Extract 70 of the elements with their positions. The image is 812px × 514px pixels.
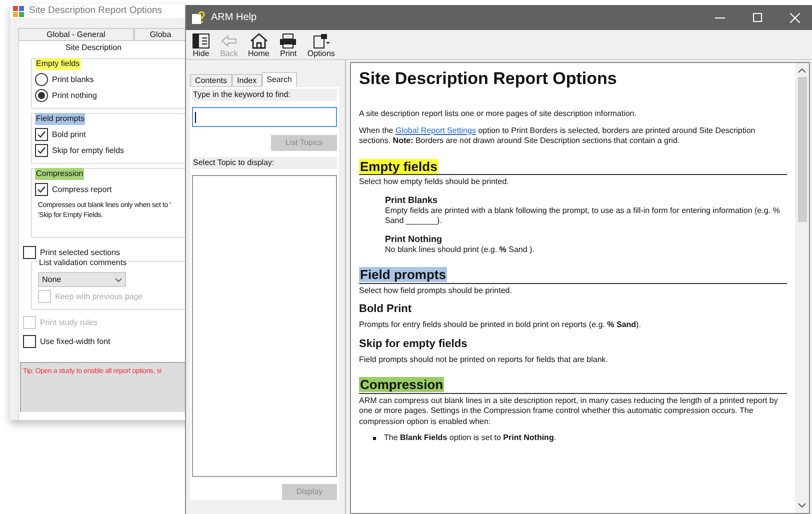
app-icon (13, 6, 24, 17)
chevron-down-icon (115, 278, 122, 282)
scroll-thumb[interactable] (798, 77, 806, 222)
section-heading: Compression (359, 377, 444, 392)
option-label: Skip for empty fields (52, 144, 124, 157)
bullet-icon (373, 437, 376, 440)
toolbar-button[interactable]: Hide (192, 33, 210, 58)
toolbar-button[interactable]: Options (307, 33, 335, 58)
option-label: Print selected sections (40, 246, 120, 259)
option-label: Print study rules (40, 316, 98, 329)
check-icon (37, 185, 46, 194)
tab[interactable]: Index (232, 74, 262, 87)
chevron-down-icon[interactable] (798, 503, 806, 508)
window-title: ARM Help (211, 11, 258, 25)
help-icon (192, 11, 205, 24)
paragraph: Select how empty fields should be printed. (359, 177, 510, 188)
toolbar-button[interactable]: Home (248, 33, 270, 58)
tab[interactable]: Search (262, 72, 297, 87)
dropdown[interactable]: None (38, 272, 126, 288)
paragraph: A site description report lists one or more pages of site description information. (359, 109, 638, 120)
group-label: Field prompts (35, 113, 86, 126)
tab[interactable]: Globa (134, 28, 187, 42)
group-label: Empty fields (35, 58, 81, 70)
checkbox[interactable] (23, 335, 36, 348)
option-label: Print nothing (52, 90, 97, 102)
field-label: Select Topic to display: (192, 157, 337, 169)
option-label: Use fixed-width font (40, 336, 110, 348)
tab[interactable]: Global - General (18, 28, 134, 42)
radio-button[interactable] (35, 89, 48, 102)
bullet-text: The Blank Fields option is set to Print Nothing. (384, 433, 556, 444)
paragraph: No blank lines should print (e.g. % Sand ). (385, 244, 536, 255)
dropdown-value: None (42, 274, 62, 286)
option-label: Keep with previous page (55, 290, 143, 303)
scrollbar[interactable] (795, 63, 809, 513)
page-title: Site Description Report Options (359, 69, 618, 89)
window-title: Site Description Report Options (29, 4, 162, 18)
group-label: Compression (35, 168, 84, 180)
checkbox[interactable] (35, 128, 48, 142)
arrow-left-icon (220, 33, 238, 49)
subheading: Bold Print (359, 302, 413, 316)
option-label: Compress report (52, 184, 112, 196)
link[interactable]: Global Report Settings (395, 126, 476, 134)
field-label: Type in the keyword to find: (192, 89, 337, 101)
option-label: Print blanks (52, 74, 94, 86)
paragraph: Field prompts should not be printed on reports for fields that are blank. (359, 354, 610, 365)
section-heading: Empty fields (359, 158, 438, 174)
subheading: Skip for empty fields (359, 336, 468, 350)
house-icon (250, 33, 268, 49)
panel-icon (192, 33, 210, 49)
paragraph: Prompts for entry fields should be printed in bold print on reports (e.g. % Sand). (359, 320, 642, 330)
subheading: Print Nothing (385, 232, 443, 244)
radio-button[interactable] (35, 73, 48, 86)
maximize-icon[interactable] (753, 13, 762, 22)
paragraph: Select how field prompts should be printed. (359, 286, 513, 296)
section-heading: Field prompts (359, 267, 447, 282)
paragraph: Empty fields are printed with a blank following the prompt, to use as a fill-in form for entering information (e.g. % Sand _______). (385, 206, 781, 226)
paragraph: When the Global Report Settings option to Print Borders is selected, borders are printed around Site Description sections. Note: Borders are not drawn around Site Description sections that contain a grid. (359, 126, 756, 146)
toolbar-button[interactable]: Print (279, 33, 298, 58)
topic-list[interactable] (192, 175, 337, 477)
checkbox[interactable] (35, 183, 48, 196)
keyword-input[interactable] (192, 107, 337, 127)
paragraph: ARM can compress out blank lines in a site description report, in many cases reducing the length of a printed report by one or more pages. Settings in the Compression frame control whether this automatic compression occurs. The compression option is enabled when: (359, 396, 779, 427)
printer-icon (279, 33, 298, 49)
option-label: Bold print (52, 128, 86, 141)
checkbox[interactable] (23, 246, 36, 260)
subheading: Print Blanks (385, 194, 439, 206)
close-icon[interactable] (790, 12, 800, 22)
chevron-up-icon[interactable] (798, 68, 806, 73)
checkbox[interactable] (35, 144, 48, 158)
tab[interactable]: Contents (190, 74, 232, 87)
